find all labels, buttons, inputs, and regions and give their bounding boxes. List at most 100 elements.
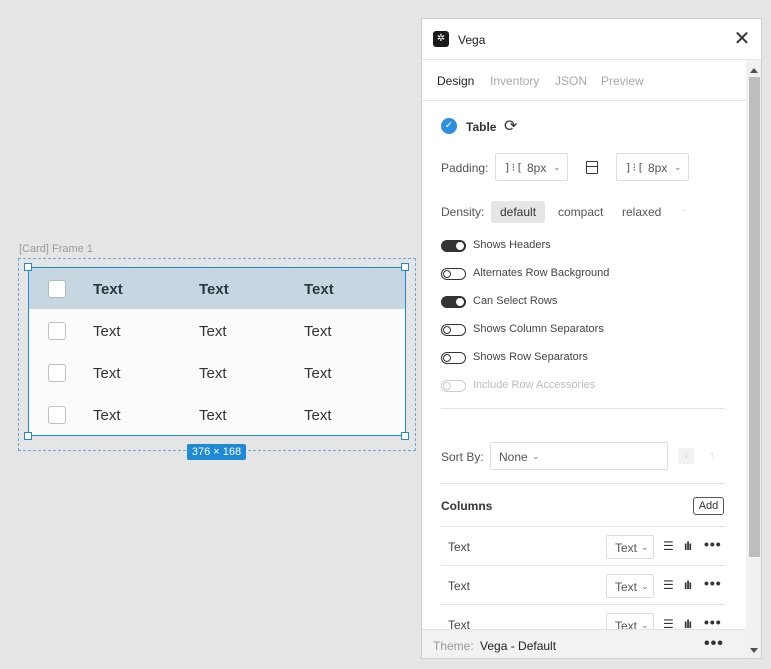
table-row[interactable]: Text Text Text [29, 394, 405, 436]
column-name: Text [448, 540, 471, 554]
chevron-down-icon: ⌄ [641, 581, 649, 591]
toggle-switch[interactable] [441, 268, 466, 280]
verified-check-icon: ✓ [441, 118, 457, 134]
scroll-up-icon[interactable] [750, 68, 758, 73]
chevron-down-icon: ⌄ [674, 162, 682, 172]
align-left-icon[interactable]: ☰ [663, 579, 674, 591]
density-label: Density: [441, 205, 485, 219]
scrollbar[interactable] [746, 60, 761, 658]
column-type-select[interactable]: Text ⌄ [606, 574, 654, 598]
align-left-icon[interactable]: ☰ [663, 540, 674, 552]
row-checkbox[interactable] [48, 364, 66, 382]
panel-title: Vega [458, 33, 486, 47]
table-cell: Text [93, 323, 121, 340]
divider [441, 483, 725, 484]
sync-icon[interactable]: ⟳ [504, 116, 517, 136]
resize-handle-top-right[interactable] [401, 263, 409, 271]
row-checkbox[interactable] [48, 406, 66, 424]
column-type-value: Text [615, 580, 638, 594]
theme-value[interactable]: Vega - Default [480, 639, 556, 653]
column-name: Text [448, 579, 471, 593]
resize-handle-bottom-right[interactable] [401, 432, 409, 440]
sort-label: Sort By: [441, 450, 484, 464]
plugin-panel: ✲ Vega ✕ Design Inventory JSON Preview ✓… [421, 18, 762, 659]
toggle-label: Alternates Row Background [473, 267, 610, 279]
density-default[interactable]: default [491, 201, 546, 223]
padding-horizontal-value: 8px [527, 161, 547, 175]
columns-title: Columns [441, 499, 493, 513]
dimensions-badge: 376 × 168 [187, 444, 246, 460]
column-type-select[interactable]: Text ⌄ [606, 535, 654, 559]
toggle-label: Shows Headers [473, 239, 551, 251]
table-row[interactable]: Text Text Text [29, 310, 405, 352]
toggle-switch[interactable] [441, 296, 466, 308]
more-options-icon[interactable]: ••• [704, 614, 722, 630]
table-cell: Text [304, 407, 332, 424]
toggle-label: Include Row Accessories [473, 379, 596, 391]
table-cell: Text [93, 365, 121, 382]
padding-horizontal-select[interactable]: ]⁝[ 8px ⌄ [495, 153, 568, 181]
density-relaxed[interactable]: relaxed [613, 201, 670, 223]
toggle-switch[interactable] [441, 352, 466, 364]
toggle-switch[interactable] [441, 324, 466, 336]
padding-vertical-select[interactable]: ]⁝[ 8px ⌄ [616, 153, 689, 181]
table-cell: Text [93, 407, 121, 424]
density-extra: - [683, 205, 687, 216]
density-compact[interactable]: compact [549, 201, 612, 223]
table-row[interactable]: Text Text Text [29, 352, 405, 394]
sort-value: None [499, 450, 528, 464]
more-options-icon[interactable]: ••• [704, 575, 722, 591]
toggle-label: Shows Row Separators [473, 351, 588, 363]
padding-vertical-value: 8px [648, 161, 668, 175]
chevron-down-icon: ⌄ [532, 451, 540, 461]
padding-label: Padding: [441, 161, 489, 175]
table-header-row[interactable]: Text Text Text [29, 268, 405, 309]
frame-label[interactable]: [Card] Frame 1 [19, 243, 93, 255]
toggle-label: Can Select Rows [473, 295, 558, 307]
close-icon[interactable]: ✕ [732, 29, 752, 49]
resize-handle-bottom-left[interactable] [24, 432, 32, 440]
table-cell: Text [199, 323, 227, 340]
row-checkbox[interactable] [48, 322, 66, 340]
table-cell: Text [199, 407, 227, 424]
divider [441, 408, 725, 409]
scroll-down-icon[interactable] [750, 648, 758, 653]
tab-design[interactable]: Design [437, 74, 474, 88]
column-width-icon[interactable]: ıIı [684, 578, 692, 592]
chevron-down-icon: ⌄ [553, 162, 561, 172]
theme-label: Theme: [433, 639, 474, 653]
padding-vertical-icon: ]⁝[ [625, 161, 645, 174]
column-item: Text Text ⌄ ☰ ıIı ••• [441, 526, 725, 565]
header-cell: Text [93, 281, 123, 298]
more-options-icon[interactable]: ••• [704, 635, 724, 653]
more-options-icon[interactable]: ••• [704, 536, 722, 552]
panel-titlebar: ✲ Vega ✕ [422, 19, 761, 60]
tab-json[interactable]: JSON [555, 74, 587, 88]
sort-descending-icon: ↓ [678, 448, 694, 464]
select-all-checkbox[interactable] [48, 280, 66, 298]
toggle-switch[interactable] [441, 240, 466, 252]
header-cell: Text [199, 281, 229, 298]
tab-bar: Design Inventory JSON Preview [422, 60, 746, 101]
padding-horizontal-icon: ]⁝[ [504, 161, 524, 174]
padding-layout-icon[interactable] [586, 161, 598, 174]
table-card[interactable]: Text Text Text Text Text Text Text Text … [28, 267, 406, 436]
panel-footer: Theme: Vega - Default ••• [422, 629, 746, 658]
tab-preview[interactable]: Preview [601, 74, 644, 88]
vega-logo-icon: ✲ [433, 31, 449, 47]
toggle-switch [441, 380, 466, 392]
tab-inventory[interactable]: Inventory [490, 74, 539, 88]
column-width-icon[interactable]: ıIı [684, 539, 692, 553]
resize-handle-top-left[interactable] [24, 263, 32, 271]
scroll-thumb[interactable] [749, 77, 760, 557]
table-cell: Text [304, 365, 332, 382]
chevron-down-icon: ⌄ [641, 542, 649, 552]
column-item: Text Text ⌄ ☰ ıIı ••• [441, 565, 725, 604]
table-cell: Text [304, 323, 332, 340]
table-cell: Text [199, 365, 227, 382]
sort-ascending-icon: ↑ [709, 450, 715, 461]
toggle-label: Shows Column Separators [473, 323, 604, 335]
add-column-button[interactable]: Add [693, 497, 724, 515]
sort-by-select[interactable]: None ⌄ [490, 442, 668, 470]
column-type-value: Text [615, 541, 638, 555]
